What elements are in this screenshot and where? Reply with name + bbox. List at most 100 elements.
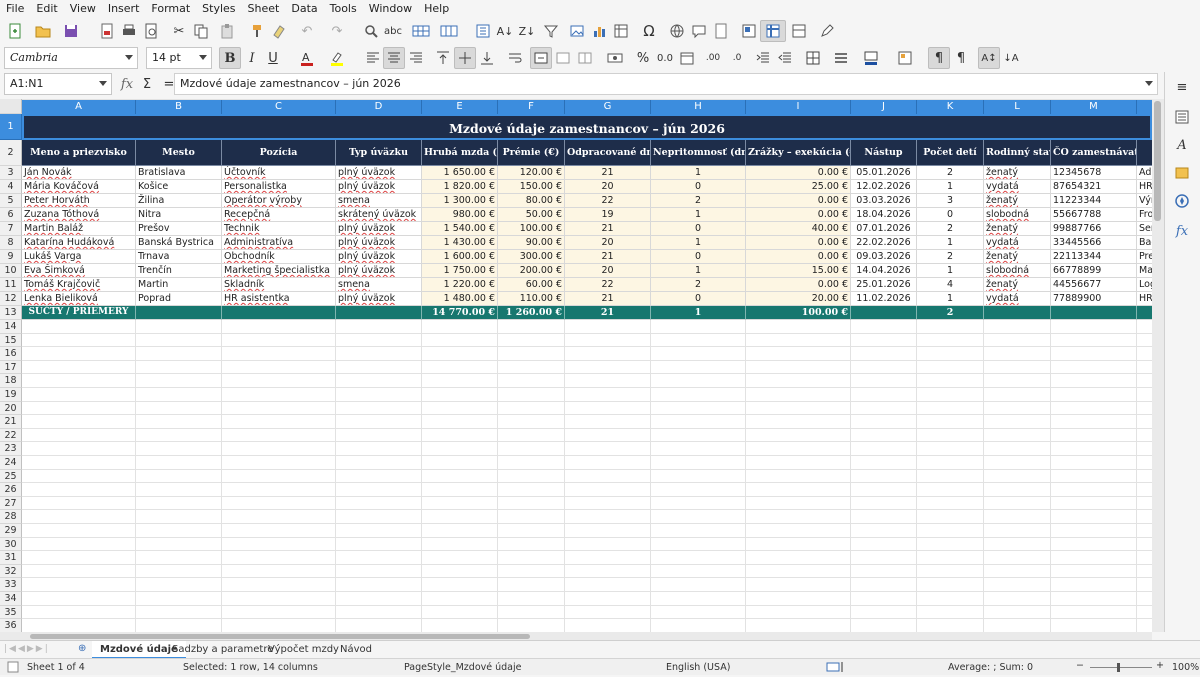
- row-header-26[interactable]: 26: [0, 483, 22, 497]
- row-header-33[interactable]: 33: [0, 578, 22, 592]
- clear-formatting-icon[interactable]: [268, 20, 290, 42]
- align-left-icon[interactable]: [362, 47, 384, 69]
- number-format-icon[interactable]: 0.0: [654, 47, 676, 69]
- table-cell[interactable]: Marketing špecialistka: [222, 264, 336, 278]
- table-cell[interactable]: vydatá: [984, 292, 1051, 306]
- column-title[interactable]: Pozícia: [222, 140, 336, 166]
- table-cell[interactable]: 22.02.2026: [851, 236, 917, 250]
- table-cell[interactable]: Lukáš Varga: [22, 250, 136, 264]
- table-cell[interactable]: 20: [565, 264, 651, 278]
- language[interactable]: English (USA): [666, 662, 730, 673]
- table-cell[interactable]: 21: [565, 166, 651, 180]
- column-title[interactable]: Počet detí: [917, 140, 984, 166]
- table-cell[interactable]: 0.00 €: [746, 278, 851, 292]
- table-cell[interactable]: 1 750.00 €: [422, 264, 498, 278]
- pivot-table-icon[interactable]: [610, 20, 632, 42]
- table-cell[interactable]: 12345678: [1051, 166, 1137, 180]
- row-header-1[interactable]: 1: [0, 114, 22, 140]
- table-cell[interactable]: plný úväzok: [336, 264, 422, 278]
- table-cell[interactable]: 100.00 €: [498, 222, 565, 236]
- menu-view[interactable]: View: [70, 2, 96, 15]
- sort-descending-icon[interactable]: Z↓: [516, 20, 538, 42]
- vertical-scroll-thumb[interactable]: [1154, 101, 1161, 221]
- menu-help[interactable]: Help: [424, 2, 449, 15]
- column-header-e[interactable]: E: [422, 99, 498, 114]
- column-title[interactable]: Prémie (€): [498, 140, 565, 166]
- table-cell[interactable]: Výr: [1137, 194, 1152, 208]
- table-cell[interactable]: Ser: [1137, 222, 1152, 236]
- totals-cell[interactable]: 14 770.00 €: [422, 306, 498, 320]
- table-cell[interactable]: 19: [565, 208, 651, 222]
- table-cell[interactable]: Tomáš Krajčovič: [22, 278, 136, 292]
- totals-cell[interactable]: 21: [565, 306, 651, 320]
- row-header-35[interactable]: 35: [0, 606, 22, 620]
- table-cell[interactable]: 1 220.00 €: [422, 278, 498, 292]
- row-header-13[interactable]: 13: [0, 306, 22, 320]
- row-header-27[interactable]: 27: [0, 497, 22, 511]
- totals-cell[interactable]: 1 260.00 €: [498, 306, 565, 320]
- row-header-3[interactable]: 3: [0, 166, 22, 180]
- copy-icon[interactable]: [190, 20, 212, 42]
- table-cell[interactable]: 1 540.00 €: [422, 222, 498, 236]
- navigator-icon[interactable]: [1171, 190, 1193, 212]
- tab-4[interactable]: Návod: [332, 641, 380, 659]
- row-header-28[interactable]: 28: [0, 510, 22, 524]
- border-color-icon[interactable]: [860, 47, 882, 69]
- totals-cell[interactable]: 2: [917, 306, 984, 320]
- headers-footers-icon[interactable]: [710, 20, 732, 42]
- menu-styles[interactable]: Styles: [202, 2, 235, 15]
- table-cell[interactable]: HR asistentka: [222, 292, 336, 306]
- zoom-out-icon[interactable]: −: [1076, 660, 1084, 671]
- table-cell[interactable]: 150.00 €: [498, 180, 565, 194]
- font-name-box[interactable]: Cambria: [4, 47, 138, 69]
- table-cell[interactable]: plný úväzok: [336, 180, 422, 194]
- totals-cell[interactable]: [1051, 306, 1137, 320]
- table-cell[interactable]: 300.00 €: [498, 250, 565, 264]
- highlight-color-icon[interactable]: [326, 47, 348, 69]
- table-cell[interactable]: 33445566: [1051, 236, 1137, 250]
- border-style-icon[interactable]: [830, 47, 852, 69]
- horizontal-scroll-thumb[interactable]: [30, 634, 530, 639]
- table-cell[interactable]: 66778899: [1051, 264, 1137, 278]
- table-cell[interactable]: Operátor výroby: [222, 194, 336, 208]
- row-header-12[interactable]: 12: [0, 292, 22, 306]
- add-decimal-icon[interactable]: .00: [702, 47, 724, 69]
- select-all-corner[interactable]: [0, 99, 22, 114]
- totals-cell[interactable]: SÚČTY / PRIEMERY: [22, 306, 136, 320]
- decrease-indent-icon[interactable]: [774, 47, 796, 69]
- print-preview-icon[interactable]: [140, 20, 162, 42]
- column-header-l[interactable]: L: [984, 99, 1051, 114]
- column-title[interactable]: Meno a priezvisko: [22, 140, 136, 166]
- table-cell[interactable]: 99887766: [1051, 222, 1137, 236]
- zoom-slider[interactable]: [1090, 667, 1152, 668]
- spreadsheet-grid[interactable]: ABCDEFGHIJKLM123456789101112131415161718…: [0, 99, 1152, 632]
- bold-button[interactable]: B: [219, 47, 241, 69]
- table-cell[interactable]: 2: [917, 166, 984, 180]
- align-top-icon[interactable]: [432, 47, 454, 69]
- table-cell[interactable]: Lenka Bieliková: [22, 292, 136, 306]
- table-cell[interactable]: 2: [917, 222, 984, 236]
- table-cell[interactable]: Bratislava: [136, 166, 222, 180]
- row-header-6[interactable]: 6: [0, 208, 22, 222]
- table-cell[interactable]: 1: [651, 264, 746, 278]
- menu-file[interactable]: File: [6, 2, 24, 15]
- text-direction-horizontal-icon[interactable]: A↕: [978, 47, 1000, 69]
- table-cell[interactable]: 0.00 €: [746, 250, 851, 264]
- totals-cell[interactable]: [984, 306, 1051, 320]
- totals-cell[interactable]: [136, 306, 222, 320]
- table-cell[interactable]: 3: [917, 194, 984, 208]
- table-cell[interactable]: ženatý: [984, 250, 1051, 264]
- column-title[interactable]: Hrubá mzda (€): [422, 140, 498, 166]
- menu-icon[interactable]: ≡: [1171, 76, 1193, 98]
- table-cell[interactable]: Obchodník: [222, 250, 336, 264]
- undo-icon[interactable]: ↶: [296, 20, 318, 42]
- sum-icon[interactable]: Σ: [136, 73, 158, 95]
- row-header-32[interactable]: 32: [0, 565, 22, 579]
- totals-cell[interactable]: 1: [651, 306, 746, 320]
- row-header-10[interactable]: 10: [0, 264, 22, 278]
- unmerge-cells-icon[interactable]: [574, 47, 596, 69]
- redo-icon[interactable]: ↷: [326, 20, 348, 42]
- save-icon[interactable]: [60, 20, 82, 42]
- table-cell[interactable]: 1: [917, 236, 984, 250]
- table-cell[interactable]: 11.02.2026: [851, 292, 917, 306]
